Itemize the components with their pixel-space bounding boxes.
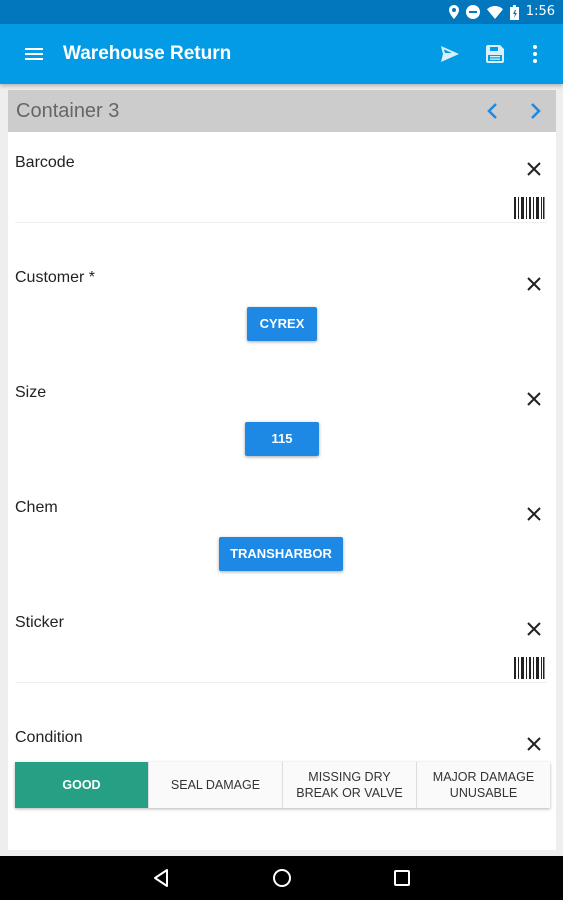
close-icon[interactable] [524, 274, 544, 294]
condition-option-missing-dry-break[interactable]: MISSING DRY BREAK OR VALVE [282, 762, 416, 808]
menu-icon[interactable] [22, 42, 46, 66]
chem-label: Chem [15, 499, 58, 516]
customer-value-button[interactable]: CYREX [247, 307, 317, 341]
size-value-button[interactable]: 115 [245, 422, 319, 456]
container-header: Container 3 [8, 90, 556, 132]
do-not-disturb-icon [465, 5, 480, 19]
recents-icon[interactable] [392, 868, 412, 888]
container-card: Container 3 Barcode Customer * CYREX Siz… [8, 90, 556, 850]
close-icon[interactable] [524, 734, 544, 754]
chem-value-button[interactable]: TRANSHARBOR [219, 537, 343, 571]
wifi-icon [486, 5, 503, 19]
customer-label: Customer * [15, 269, 96, 286]
close-icon[interactable] [524, 389, 544, 409]
size-label: Size [15, 384, 47, 401]
barcode-scan-icon[interactable] [513, 196, 545, 220]
app-title: Warehouse Return [63, 43, 232, 64]
sticker-label: Sticker [15, 614, 64, 631]
condition-segmented-control: GOOD SEAL DAMAGE MISSING DRY BREAK OR VA… [15, 762, 550, 808]
battery-icon [509, 4, 519, 20]
close-icon[interactable] [524, 504, 544, 524]
home-icon[interactable] [272, 868, 292, 888]
close-icon[interactable] [524, 159, 544, 179]
system-nav-bar [0, 856, 563, 900]
sticker-input[interactable] [15, 682, 547, 683]
container-title: Container 3 [16, 100, 120, 122]
save-icon[interactable] [483, 42, 507, 66]
barcode-scan-icon[interactable] [513, 656, 545, 680]
chevron-left-icon[interactable] [481, 99, 505, 123]
chevron-right-icon[interactable] [523, 99, 547, 123]
barcode-label: Barcode [15, 154, 75, 171]
app-bar: Warehouse Return [0, 24, 563, 84]
status-bar: 1:56 [0, 0, 563, 24]
condition-option-seal-damage[interactable]: SEAL DAMAGE [148, 762, 282, 808]
status-icons: 1:56 [448, 4, 555, 20]
condition-label: Condition [15, 729, 83, 746]
back-icon[interactable] [152, 868, 172, 888]
condition-option-good[interactable]: GOOD [15, 762, 148, 808]
location-icon [448, 5, 459, 19]
more-vert-icon[interactable] [523, 42, 547, 66]
close-icon[interactable] [524, 619, 544, 639]
status-time: 1:56 [525, 4, 555, 19]
condition-option-major-damage[interactable]: MAJOR DAMAGE UNUSABLE [416, 762, 550, 808]
send-icon[interactable] [438, 42, 462, 66]
barcode-input[interactable] [15, 222, 547, 223]
